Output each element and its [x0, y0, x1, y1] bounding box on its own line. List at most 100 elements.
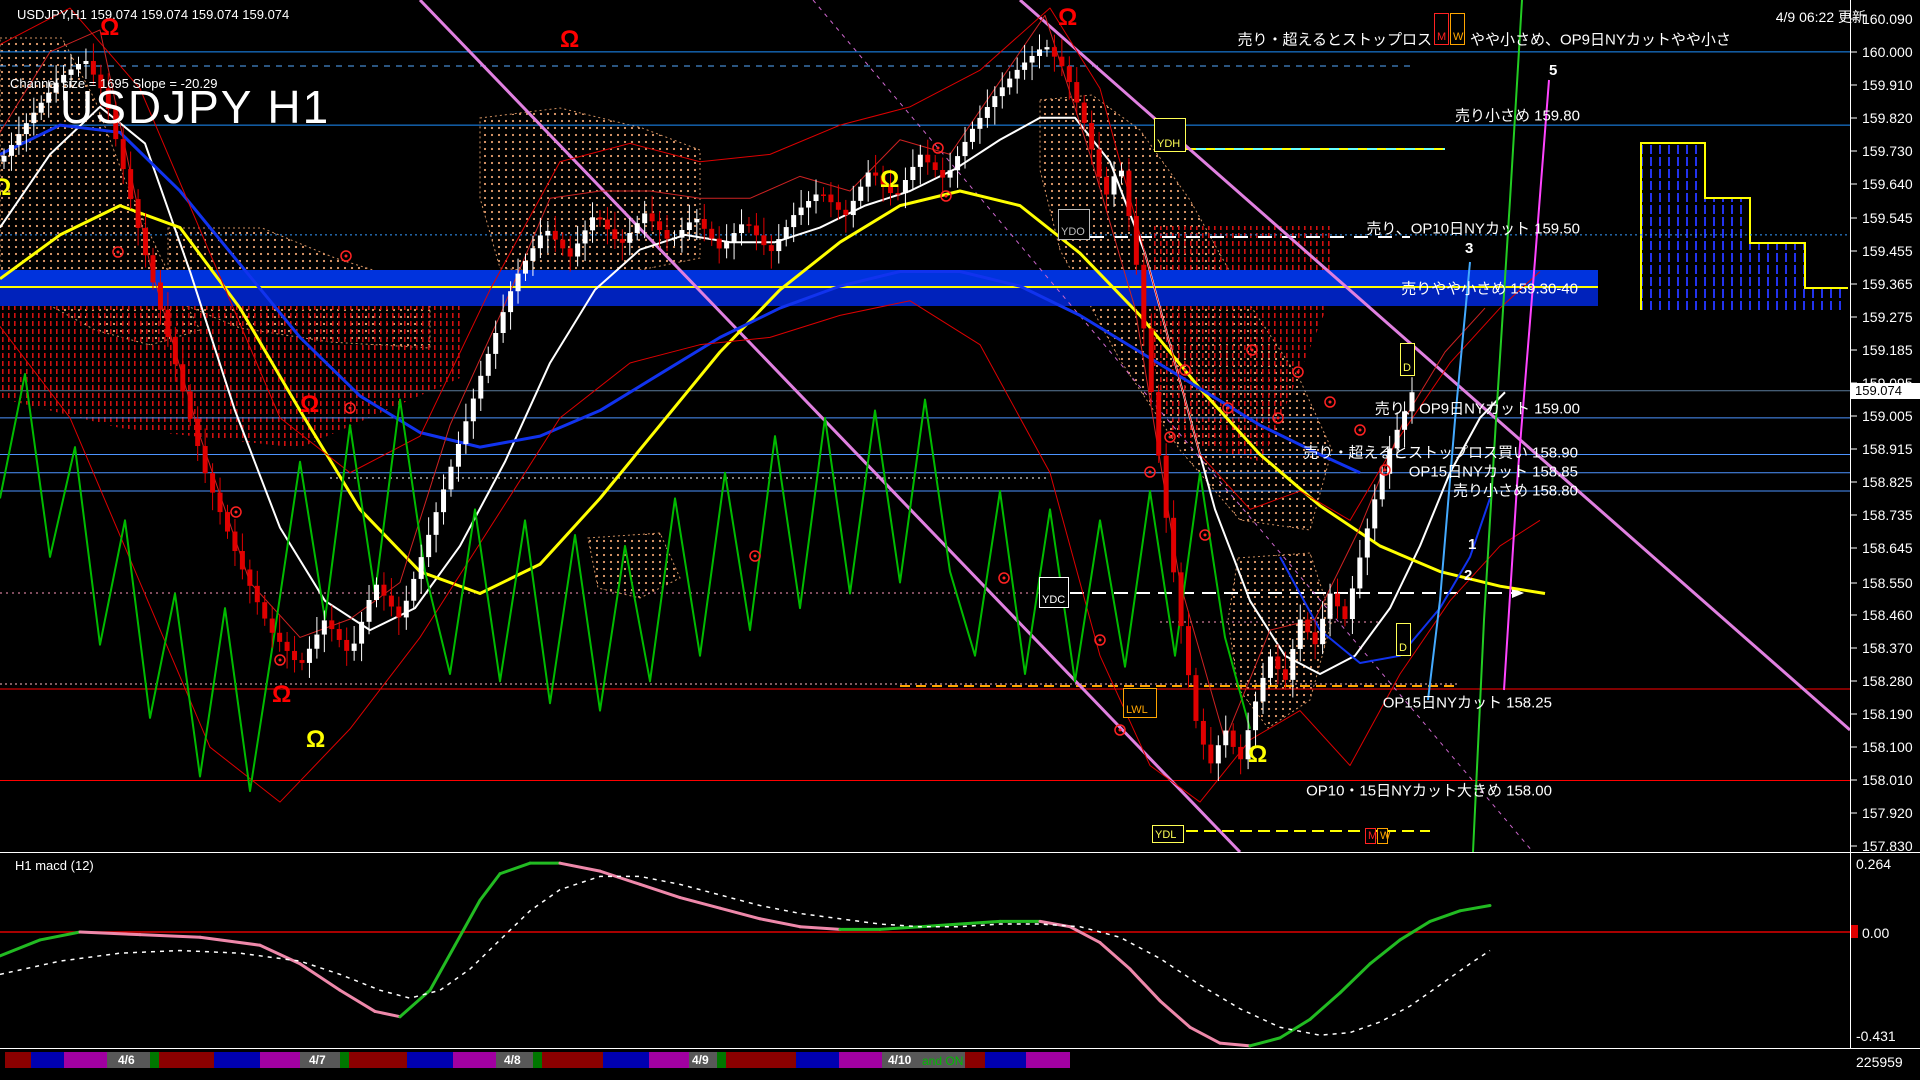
date-label: 4/7 — [309, 1053, 326, 1067]
price-tick-mark — [1850, 415, 1857, 417]
price-tick-mark — [1850, 183, 1857, 185]
panel-separator-bottom — [0, 1048, 1920, 1049]
price-tick-label: 158.825 — [1862, 473, 1913, 490]
session-segment — [349, 1052, 407, 1068]
session-segment — [5, 1052, 31, 1068]
price-tick-label: 159.185 — [1862, 342, 1913, 359]
price-tick-label: 160.090 — [1862, 11, 1913, 27]
projection-lines — [1427, 0, 1550, 852]
session-segment — [214, 1052, 260, 1068]
macd-zero-marker — [1851, 925, 1858, 938]
price-tick-mark — [1850, 51, 1857, 53]
price-tick-label: 160.000 — [1862, 43, 1913, 60]
session-clock: 225959 — [1856, 1054, 1903, 1070]
session-segment — [649, 1052, 689, 1068]
price-tick-mark — [1850, 812, 1857, 814]
session-segment — [985, 1052, 1026, 1068]
price-tick-label: 158.010 — [1862, 772, 1913, 789]
price-tick-mark — [1850, 845, 1857, 847]
price-tick-mark — [1850, 349, 1857, 351]
session-segment — [64, 1052, 107, 1068]
ichimoku-clouds — [0, 37, 1848, 729]
panel-separator-top[interactable] — [0, 852, 1920, 853]
last-updated-timestamp: 4/9 06:22 更新 — [1775, 9, 1866, 25]
session-segment — [407, 1052, 453, 1068]
price-tick-label: 159.455 — [1862, 243, 1913, 260]
session-segment — [31, 1052, 64, 1068]
session-segment — [726, 1052, 796, 1068]
price-tick-mark — [1850, 84, 1857, 86]
macd-indicator-label: H1 macd (12) — [15, 858, 94, 873]
session-segment — [603, 1052, 649, 1068]
price-tick-label: 159.545 — [1862, 210, 1913, 227]
chart-watermark-title: USDJPY H1 — [60, 81, 331, 133]
green-projection — [1472, 0, 1523, 852]
session-segment — [839, 1052, 882, 1068]
price-tick-mark — [1850, 481, 1857, 483]
mt4-chart-window: USDJPY,H1 159.074 159.074 159.074 159.07… — [0, 0, 1920, 1080]
price-tick-mark — [1850, 680, 1857, 682]
session-segment — [533, 1052, 542, 1068]
session-segment — [717, 1052, 726, 1068]
price-tick-label: 158.915 — [1862, 440, 1913, 457]
session-segment — [159, 1052, 214, 1068]
date-extra-label: and ON — [922, 1054, 964, 1068]
price-axis-border — [1850, 0, 1851, 1048]
price-tick-label: 159.365 — [1862, 276, 1913, 293]
date-label: 4/10 — [888, 1053, 912, 1067]
price-tick-mark — [1850, 18, 1857, 20]
price-tick-mark — [1850, 582, 1857, 584]
session-segment — [965, 1052, 985, 1068]
session-segment — [260, 1052, 300, 1068]
price-tick-label: 158.190 — [1862, 706, 1913, 723]
price-tick-mark — [1850, 614, 1857, 616]
price-tick-label: 159.730 — [1862, 142, 1913, 159]
price-tick-label: 159.275 — [1862, 309, 1913, 326]
date-label: 4/9 — [692, 1053, 709, 1067]
price-tick-mark — [1850, 779, 1857, 781]
price-tick-mark — [1850, 117, 1857, 119]
date-label: 4/6 — [118, 1053, 135, 1067]
current-price-tag: 159.074 — [1851, 382, 1920, 399]
price-tick-mark — [1850, 217, 1857, 219]
session-segment — [150, 1052, 159, 1068]
session-segment — [453, 1052, 496, 1068]
price-tick-label: 158.645 — [1862, 539, 1913, 556]
price-tick-mark — [1850, 746, 1857, 748]
price-tick-mark — [1850, 250, 1857, 252]
blue-hatched-cloud — [1641, 143, 1848, 310]
price-tick-mark — [1850, 647, 1857, 649]
price-tick-label: 158.100 — [1862, 739, 1913, 756]
session-segment — [340, 1052, 349, 1068]
price-tick-label: 159.820 — [1862, 109, 1913, 126]
price-tick-label: 158.735 — [1862, 506, 1913, 523]
macd-min-value: -0.431 — [1856, 1028, 1896, 1044]
price-tick-mark — [1850, 283, 1857, 285]
price-tick-mark — [1850, 150, 1857, 152]
symbol-ohlc-readout: USDJPY,H1 159.074 159.074 159.074 159.07… — [17, 7, 290, 22]
price-tick-label: 158.280 — [1862, 673, 1913, 690]
macd-subwindow-canvas[interactable] — [0, 853, 1850, 1048]
price-tick-mark — [1850, 448, 1857, 450]
price-tick-mark — [1850, 713, 1857, 715]
session-segment — [542, 1052, 603, 1068]
macd-max-value: 0.264 — [1856, 856, 1892, 872]
price-tick-label: 159.005 — [1862, 408, 1913, 425]
price-tick-mark — [1850, 514, 1857, 516]
time-axis-session-strip[interactable]: 4/6 4/7 4/8 4/9 4/10 and ON — [0, 1052, 1850, 1068]
date-label: 4/8 — [504, 1053, 521, 1067]
price-tick-label: 158.460 — [1862, 607, 1913, 624]
price-tick-label: 159.910 — [1862, 76, 1913, 93]
macd-zero-value: 0.00 — [1862, 925, 1890, 941]
price-tick-label: 158.370 — [1862, 640, 1913, 657]
red-hatched-cloud — [0, 291, 460, 448]
price-tick-label: 157.920 — [1862, 805, 1913, 822]
cyan-projection — [1427, 261, 1471, 701]
macd-signal-line — [0, 875, 1491, 1036]
session-segment — [1026, 1052, 1070, 1068]
price-tick-mark — [1850, 316, 1857, 318]
price-tick-label: 159.640 — [1862, 175, 1913, 192]
session-segment — [796, 1052, 839, 1068]
price-tick-label: 158.550 — [1862, 574, 1913, 591]
price-tick-mark — [1850, 547, 1857, 549]
